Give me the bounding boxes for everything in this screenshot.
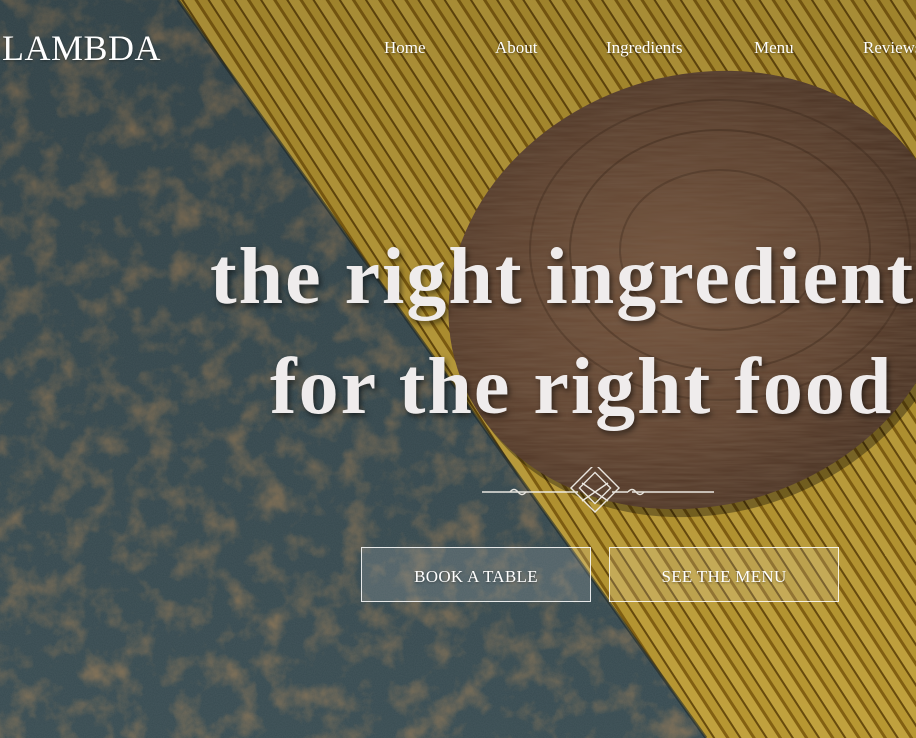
nav-item-reviews[interactable]: Reviews (863, 38, 916, 58)
landing-page: LAMBDA Home About Ingredients Menu Revie… (0, 0, 916, 738)
see-the-menu-button[interactable]: SEE THE MENU (609, 547, 839, 602)
nav-item-about[interactable]: About (495, 38, 538, 58)
hero-headline-line-1: the right ingredients (210, 233, 916, 321)
hero-headline-line-2: for the right food (270, 343, 894, 431)
nav-item-home[interactable]: Home (384, 38, 426, 58)
ornament-divider-icon (482, 467, 714, 514)
nav-item-menu[interactable]: Menu (754, 38, 794, 58)
book-a-table-button[interactable]: BOOK A TABLE (361, 547, 591, 602)
nav-item-ingredients[interactable]: Ingredients (606, 38, 682, 58)
brand-logo[interactable]: LAMBDA (2, 28, 161, 68)
site-header: LAMBDA Home About Ingredients Menu Revie… (0, 0, 916, 96)
